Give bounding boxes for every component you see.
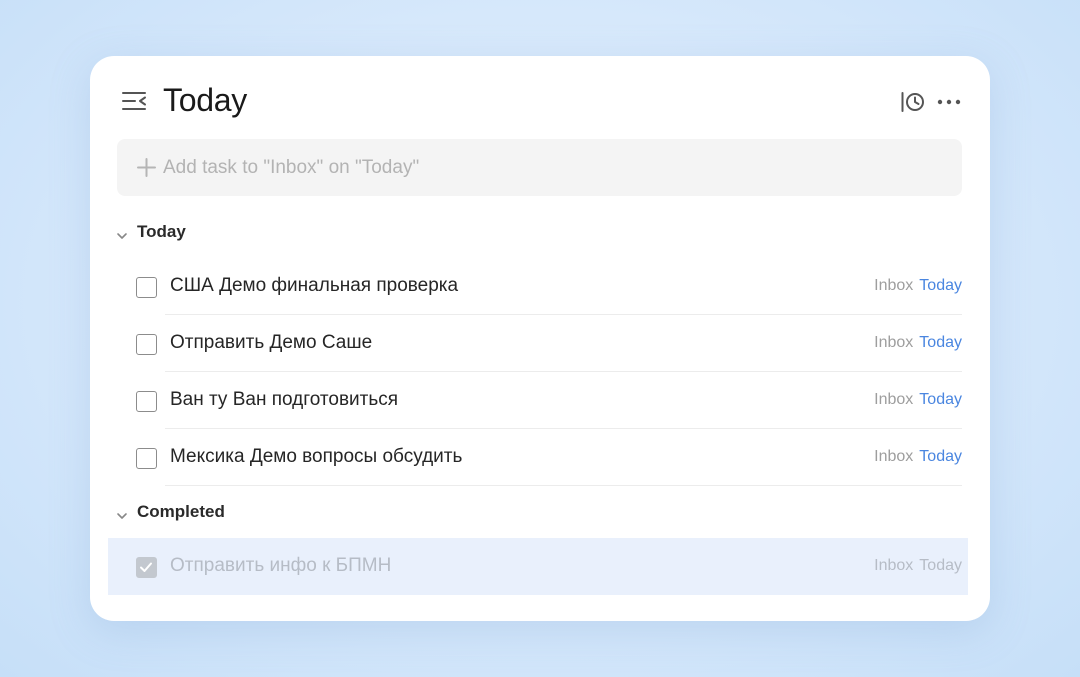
task-project[interactable]: Inbox: [874, 334, 913, 351]
task-title[interactable]: США Демо финальная проверка: [170, 275, 458, 297]
more-icon[interactable]: [936, 90, 962, 114]
task-checkbox[interactable]: [136, 391, 157, 412]
task-meta: Inbox Today: [874, 391, 962, 409]
task-checkbox[interactable]: [136, 277, 157, 298]
task-project[interactable]: Inbox: [874, 448, 913, 465]
chevron-down-icon: [116, 508, 128, 519]
section-label: Today: [137, 222, 186, 241]
task-due-date[interactable]: Today: [919, 334, 962, 351]
task-meta: Inbox Today: [874, 334, 962, 352]
history-icon[interactable]: [900, 90, 926, 114]
task-title[interactable]: Ван ту Ван подготовиться: [170, 389, 398, 411]
checkmark-icon: [140, 562, 152, 572]
task-checkbox[interactable]: [136, 448, 157, 469]
task-due-date[interactable]: Today: [919, 448, 962, 465]
task-row-completed[interactable]: Отправить инфо к БПМН Inbox Today: [108, 538, 968, 595]
task-row[interactable]: США Демо финальная проверка Inbox Today: [108, 258, 968, 315]
task-title[interactable]: Отправить инфо к БПМН: [170, 555, 391, 577]
header: Today: [90, 56, 990, 148]
page-title: Today: [163, 82, 247, 118]
task-project[interactable]: Inbox: [874, 557, 913, 574]
task-due-date[interactable]: Today: [919, 391, 962, 408]
task-due-date[interactable]: Today: [919, 277, 962, 294]
chevron-down-icon: [116, 228, 128, 239]
section-label: Completed: [137, 502, 225, 521]
task-meta: Inbox Today: [874, 557, 962, 575]
task-meta: Inbox Today: [874, 277, 962, 295]
task-list-card: Today Add task to "Inbox" on "Today" Tod…: [90, 56, 990, 621]
task-checkbox[interactable]: [136, 334, 157, 355]
task-title[interactable]: Мексика Демо вопросы обсудить: [170, 446, 462, 468]
menu-collapse-icon[interactable]: [121, 90, 147, 112]
task-checkbox-checked[interactable]: [136, 557, 157, 578]
task-row[interactable]: Мексика Демо вопросы обсудить Inbox Today: [108, 429, 968, 486]
task-meta: Inbox Today: [874, 448, 962, 466]
task-due-date[interactable]: Today: [919, 557, 962, 574]
task-row[interactable]: Ван ту Ван подготовиться Inbox Today: [108, 372, 968, 429]
section-header-today[interactable]: Today: [116, 220, 416, 246]
add-task-bar[interactable]: [117, 139, 962, 196]
section-header-completed[interactable]: Completed: [116, 500, 416, 526]
plus-icon: [137, 158, 156, 177]
task-project[interactable]: Inbox: [874, 391, 913, 408]
task-project[interactable]: Inbox: [874, 277, 913, 294]
add-task-input[interactable]: [163, 139, 943, 196]
divider: [165, 485, 962, 486]
task-row[interactable]: Отправить Демо Саше Inbox Today: [108, 315, 968, 372]
task-title[interactable]: Отправить Демо Саше: [170, 332, 372, 354]
